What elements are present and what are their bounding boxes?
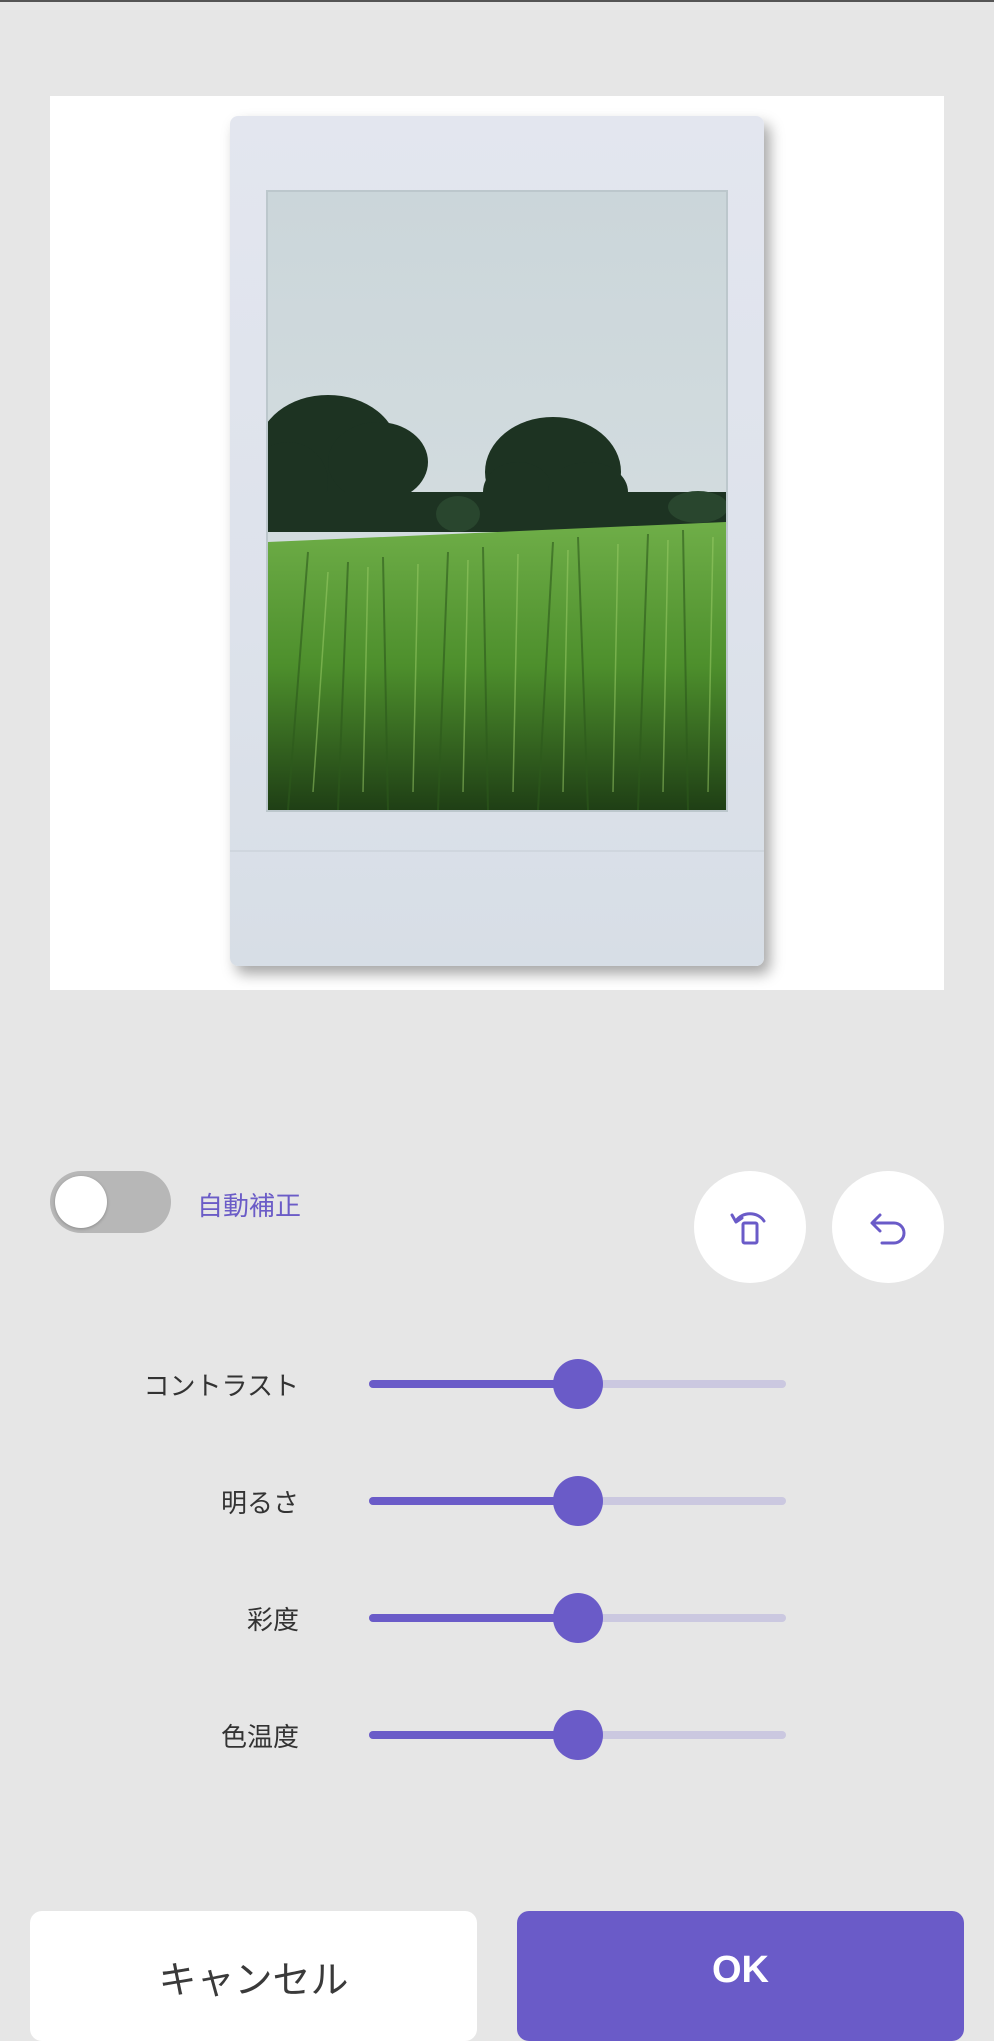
slider-thumb-contrast[interactable] [552, 1359, 603, 1409]
slider-color-temperature: 色温度 [0, 1705, 994, 1765]
slider-thumb-saturation[interactable] [552, 1593, 603, 1643]
slider-label-saturation: 彩度 [246, 1606, 299, 1636]
slider-saturation: 彩度 [0, 1588, 994, 1648]
frame-edge [230, 850, 764, 852]
rotate-button[interactable] [694, 1171, 806, 1283]
undo-button[interactable] [832, 1171, 944, 1283]
cancel-button[interactable]: キャンセル [30, 1911, 477, 2041]
ok-button[interactable]: OK [517, 1911, 964, 2041]
slider-label-contrast: コントラスト [143, 1372, 299, 1402]
slider-fill [369, 1497, 578, 1505]
undo-icon [870, 1213, 906, 1245]
slider-fill [369, 1614, 578, 1622]
slider-thumb-color-temperature[interactable] [552, 1710, 603, 1760]
toggle-knob [55, 1176, 107, 1228]
slider-track-contrast[interactable] [369, 1359, 786, 1409]
rotate-device-icon [730, 1212, 766, 1245]
photo-area [266, 190, 728, 812]
slider-track-saturation[interactable] [369, 1593, 786, 1643]
slider-label-color-temperature: 色温度 [220, 1723, 299, 1753]
slider-fill [369, 1380, 578, 1388]
auto-correct-toggle[interactable] [50, 1171, 171, 1233]
rice-field-photo [268, 192, 726, 810]
slider-track-brightness[interactable] [369, 1476, 786, 1526]
slider-thumb-brightness[interactable] [552, 1476, 603, 1526]
status-divider [0, 0, 994, 2]
slider-label-brightness: 明るさ [220, 1489, 299, 1519]
slider-contrast: コントラスト [0, 1354, 994, 1414]
instant-film-frame [230, 116, 764, 966]
slider-track-color-temperature[interactable] [369, 1710, 786, 1760]
photo-preview [50, 96, 944, 990]
slider-brightness: 明るさ [0, 1471, 994, 1531]
auto-correct-label: 自動補正 [197, 1192, 302, 1222]
slider-fill [369, 1731, 578, 1739]
